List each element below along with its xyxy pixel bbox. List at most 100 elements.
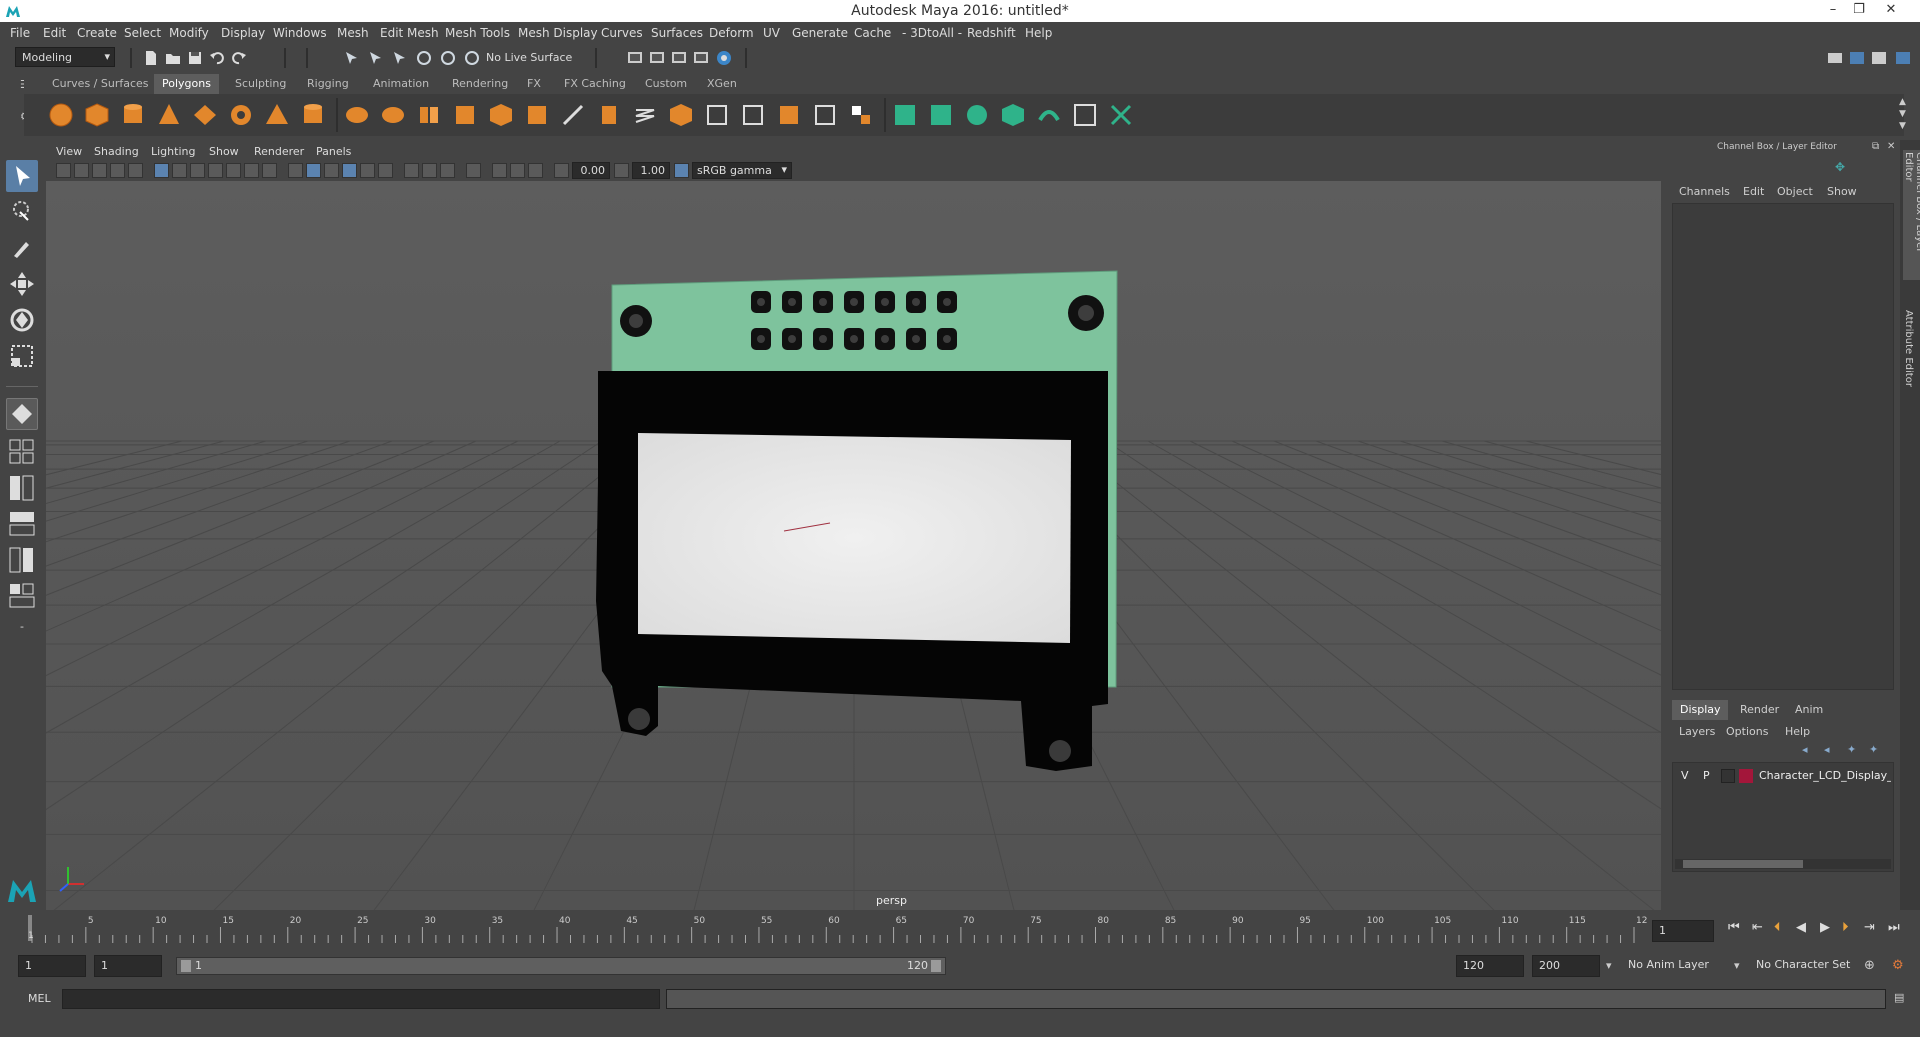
range-slider[interactable]: 1 120 bbox=[176, 957, 946, 975]
select-hierarchy-icon[interactable] bbox=[343, 49, 361, 67]
animation-start-field[interactable]: 1 bbox=[18, 955, 86, 977]
exposure-field[interactable]: 0.00 bbox=[572, 162, 610, 179]
color-management-icon[interactable] bbox=[674, 163, 689, 178]
menu-redshift[interactable]: Redshift bbox=[967, 26, 1016, 40]
menu-mesh[interactable]: Mesh bbox=[337, 26, 369, 40]
menu-uv[interactable]: UV bbox=[763, 26, 780, 40]
play-backward-icon[interactable]: ◀ bbox=[1796, 920, 1806, 935]
poly-torus-icon[interactable] bbox=[228, 102, 254, 128]
restore-button[interactable]: ❐ bbox=[1848, 2, 1870, 20]
panel-menu-renderer[interactable]: Renderer bbox=[254, 145, 304, 158]
resolution-gate-icon[interactable] bbox=[190, 163, 205, 178]
menu-display[interactable]: Display bbox=[221, 26, 265, 40]
menu-windows[interactable]: Windows bbox=[273, 26, 327, 40]
anti-aliasing-icon[interactable] bbox=[440, 163, 455, 178]
layer-menu-layers[interactable]: Layers bbox=[1679, 725, 1715, 738]
preferences-icon[interactable]: ⚙ bbox=[1892, 958, 1904, 973]
channelbox-menu-edit[interactable]: Edit bbox=[1743, 185, 1764, 198]
shelf-scroll-icon[interactable]: ▲ ▼ ▼ bbox=[1899, 96, 1906, 132]
separate-icon[interactable] bbox=[380, 102, 406, 128]
attribute-toggle-icon[interactable] bbox=[1870, 49, 1888, 67]
poly-pyramid-icon[interactable] bbox=[264, 102, 290, 128]
render-frame-icon[interactable] bbox=[648, 49, 666, 67]
shelf-tab-fx[interactable]: FX bbox=[519, 74, 549, 94]
safe-action-icon[interactable] bbox=[244, 163, 259, 178]
side-tab-channelbox[interactable]: Channel Box / Layer Editor bbox=[1903, 150, 1920, 280]
side-by-side-layout[interactable] bbox=[6, 474, 38, 502]
persp-outliner-layout[interactable] bbox=[6, 546, 38, 574]
persp-graph-layout[interactable] bbox=[6, 510, 38, 538]
uv-layout-icon[interactable] bbox=[1072, 102, 1098, 128]
single-view-layout[interactable] bbox=[6, 398, 38, 430]
multi-cut-icon[interactable] bbox=[560, 102, 586, 128]
side-tab-attribute-editor[interactable]: Attribute Editor bbox=[1903, 310, 1914, 387]
poly-cylinder-icon[interactable] bbox=[120, 102, 146, 128]
shelf-tab-polygons[interactable]: Polygons bbox=[154, 74, 219, 94]
save-scene-icon[interactable] bbox=[186, 49, 204, 67]
channelbox-menu-object[interactable]: Object bbox=[1777, 185, 1813, 198]
layer-name[interactable]: Character_LCD_Display_C bbox=[1759, 769, 1891, 782]
field-chart-icon[interactable] bbox=[226, 163, 241, 178]
snap-curve-icon[interactable] bbox=[439, 49, 457, 67]
layer-row[interactable]: V P Character_LCD_Display_C bbox=[1673, 767, 1893, 785]
menu-create[interactable]: Create bbox=[77, 26, 117, 40]
poly-cone-icon[interactable] bbox=[156, 102, 182, 128]
viewport-persp[interactable]: persp bbox=[46, 181, 1661, 910]
menu-mesh-display[interactable]: Mesh Display bbox=[518, 26, 598, 40]
rotate-tool[interactable] bbox=[6, 304, 38, 336]
menu-modify[interactable]: Modify bbox=[169, 26, 209, 40]
poke-icon[interactable] bbox=[776, 102, 802, 128]
image-plane-icon[interactable] bbox=[110, 163, 125, 178]
scrollbar-thumb[interactable] bbox=[1683, 860, 1803, 868]
select-component-icon[interactable] bbox=[391, 49, 409, 67]
mirror-icon[interactable] bbox=[416, 102, 442, 128]
layer-tab-display[interactable]: Display bbox=[1672, 700, 1728, 720]
hypershade-icon[interactable] bbox=[715, 49, 733, 67]
menu-mesh-tools[interactable]: Mesh Tools bbox=[445, 26, 510, 40]
current-frame-field[interactable]: 1 bbox=[1652, 920, 1714, 942]
wedge-icon[interactable] bbox=[812, 102, 838, 128]
workspace-icon[interactable] bbox=[1826, 49, 1844, 67]
channelbox-menu-channels[interactable]: Channels bbox=[1679, 185, 1730, 198]
xray-components-icon[interactable] bbox=[528, 163, 543, 178]
layer-visibility-toggle[interactable]: V bbox=[1681, 769, 1689, 782]
isolate-select-icon[interactable] bbox=[466, 163, 481, 178]
menu-curves[interactable]: Curves bbox=[601, 26, 643, 40]
step-back-key-icon[interactable]: ⇤ bbox=[1752, 920, 1763, 935]
shelf-tab-fx-caching[interactable]: FX Caching bbox=[556, 74, 634, 94]
layer-playback-toggle[interactable]: P bbox=[1703, 769, 1710, 782]
snap-point-icon[interactable] bbox=[463, 49, 481, 67]
poly-pipe-icon[interactable] bbox=[300, 102, 326, 128]
menu-cache[interactable]: Cache bbox=[854, 26, 891, 40]
play-forward-icon[interactable]: ▶ bbox=[1820, 920, 1830, 935]
layer-tab-render[interactable]: Render bbox=[1732, 700, 1787, 719]
shelf-tab-xgen[interactable]: XGen bbox=[699, 74, 745, 94]
new-scene-icon[interactable] bbox=[142, 49, 160, 67]
ipr-render-icon[interactable] bbox=[670, 49, 688, 67]
snap-grid-icon[interactable] bbox=[415, 49, 433, 67]
chevron-down-icon[interactable]: ▾ bbox=[1734, 959, 1740, 972]
bevel-icon[interactable] bbox=[488, 102, 514, 128]
layer-scrollbar[interactable] bbox=[1675, 859, 1891, 869]
wireframe-on-shaded-icon[interactable] bbox=[324, 163, 339, 178]
undo-icon[interactable] bbox=[208, 49, 226, 67]
auto-key-icon[interactable]: ⊕ bbox=[1864, 958, 1875, 973]
smooth-shade-icon[interactable] bbox=[306, 163, 321, 178]
anim-layer-dropdown[interactable]: No Anim Layer bbox=[1622, 955, 1742, 977]
offset-edge-loop-icon[interactable] bbox=[740, 102, 766, 128]
safe-title-icon[interactable] bbox=[262, 163, 277, 178]
channelbox-toggle-icon[interactable] bbox=[1894, 49, 1912, 67]
manipulator-icon[interactable]: ✥ bbox=[1835, 160, 1845, 174]
panel-menu-panels[interactable]: Panels bbox=[316, 145, 351, 158]
script-editor-icon[interactable]: ▤ bbox=[1894, 991, 1904, 1004]
menu-surfaces[interactable]: Surfaces bbox=[651, 26, 703, 40]
live-surface-field[interactable]: No Live Surface bbox=[480, 48, 584, 68]
smooth-icon[interactable] bbox=[452, 102, 478, 128]
wireframe-icon[interactable] bbox=[288, 163, 303, 178]
film-gate-icon[interactable] bbox=[172, 163, 187, 178]
camera-attributes-icon[interactable] bbox=[74, 163, 89, 178]
layer-menu-options[interactable]: Options bbox=[1726, 725, 1768, 738]
exposure-reset-icon[interactable] bbox=[554, 163, 569, 178]
lasso-tool[interactable] bbox=[6, 196, 38, 228]
command-input[interactable] bbox=[62, 989, 660, 1009]
